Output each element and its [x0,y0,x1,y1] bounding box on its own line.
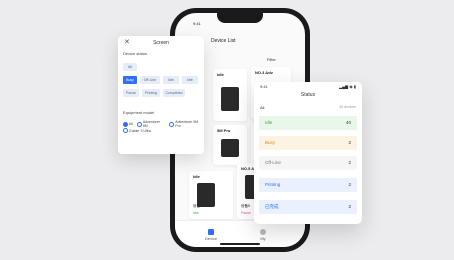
device-sub: 设备5 [241,204,250,208]
device-sub: 设备4 [193,204,202,208]
status-row-offline[interactable]: Off-Line 2 [259,156,357,170]
device-name: Idle [193,174,200,179]
page-title: Device List [211,38,236,44]
equipment-model-label: Equipment model [123,110,155,115]
device-name: 5M Pro [217,128,231,133]
device-card[interactable]: idle [213,69,247,121]
device-name: idle [217,72,224,77]
device-status: Idle [193,211,199,215]
chip-completed[interactable]: Completed [163,89,185,97]
status-panel: 9:41 ▂▄▆ ◉ ▮ Status All 26 devices Idle … [254,82,362,224]
status-row-idle[interactable]: Idle 40 [259,116,357,130]
device-card[interactable]: Idle 设备4 Idle [189,171,233,219]
tab-label: Device [204,236,218,241]
status-label: Off-Line [265,160,281,165]
chip-busy[interactable]: Busy [123,76,137,84]
tab-device[interactable]: Device [201,229,221,241]
radio-dot-icon [123,128,128,133]
radio-all[interactable]: All [123,120,133,128]
home-indicator [220,243,260,245]
radio-dot-icon [123,121,128,127]
printer-icon [221,87,239,111]
status-all-label: All [260,105,265,110]
chip-all[interactable]: All [123,63,137,71]
device-status-label: Device status [123,51,148,56]
radio-guider-3-ultra[interactable]: Guider 3 Ultra [123,128,151,133]
tab-label: My [260,236,266,241]
screen-filter-panel: ✕ Screen Device status All Busy Off-Line… [118,36,204,154]
phone-notch [217,13,263,23]
status-label: Idle [265,120,273,125]
user-tab-icon [260,229,266,235]
status-count: 2 [348,140,351,145]
tab-my[interactable]: My [253,229,273,241]
chip-offline[interactable]: Off-Line [140,76,160,84]
status-label: 已完成 [265,204,279,209]
chip-idle-2[interactable]: Idle [182,76,198,84]
device-name: NO.3 Adv [255,70,273,75]
tab-bar: Device My [175,220,305,247]
radio-dot-icon [136,121,142,127]
filter-button[interactable]: Filter [267,57,276,62]
status-row-busy[interactable]: Busy 2 [259,136,357,150]
status-time: 9:41 [193,21,201,26]
status-count: 2 [348,160,351,165]
signal-battery-icon: ▂▄▆ ◉ ▮ [339,84,356,89]
radio-adventurer-5m[interactable]: Adventurer 5M [136,120,165,128]
status-time: 9:41 [260,84,268,89]
device-count: 26 devices [339,105,356,109]
radio-adventurer-5m-pro[interactable]: Adventurer 5M Pro [169,120,204,128]
device-card[interactable]: 5M Pro [213,125,247,165]
radio-dot-icon [169,121,175,127]
device-tab-icon [208,229,214,235]
status-count: 2 [348,204,351,209]
chip-pause[interactable]: Pause [123,89,139,97]
status-title: Status [300,92,316,98]
status-row-printing[interactable]: Printing 2 [259,178,357,192]
marketing-stage: 9:41 Device List Filter idle NO.3 Adv 设备… [0,0,454,260]
status-count: 2 [348,182,351,187]
device-status: Pause [241,211,251,215]
status-label: Busy [265,140,276,145]
chip-printing[interactable]: Printing [142,89,160,97]
status-count: 40 [345,120,351,125]
printer-icon [221,139,239,157]
status-row-completed[interactable]: 已完成 2 [259,200,357,214]
chip-idle[interactable]: Idle [163,76,179,84]
radio-row: All Adventurer 5M Adventurer 5M Pro [123,120,204,128]
radio-row: Guider 3 Ultra [123,128,151,133]
status-label: Printing [265,182,281,187]
panel-title: Screen [153,40,169,46]
